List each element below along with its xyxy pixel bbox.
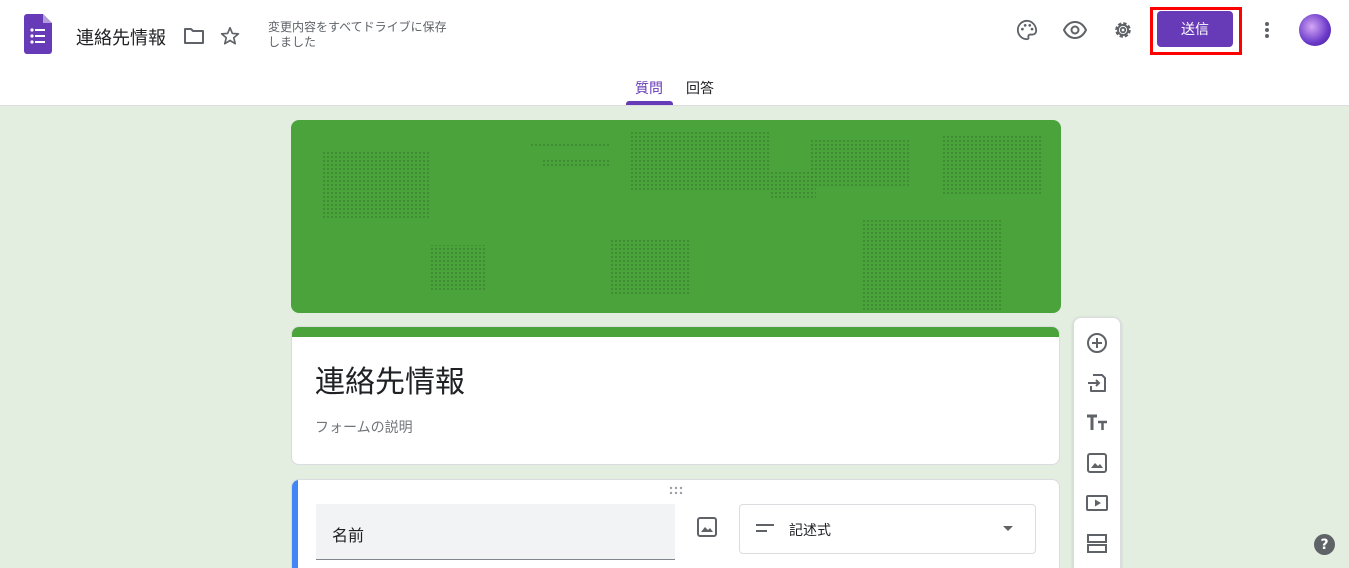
settings-gear-icon[interactable]: [1111, 18, 1135, 42]
form-title-card[interactable]: 連絡先情報 フォームの説明: [291, 326, 1060, 465]
import-questions-icon[interactable]: [1086, 372, 1108, 394]
add-title-icon[interactable]: [1086, 412, 1108, 434]
account-avatar[interactable]: [1299, 14, 1331, 46]
question-card[interactable]: 名前 記述式: [291, 479, 1060, 568]
add-section-icon[interactable]: [1086, 532, 1108, 554]
folder-icon[interactable]: [182, 24, 206, 48]
star-icon[interactable]: [218, 24, 242, 48]
palette-icon[interactable]: [1015, 18, 1039, 42]
question-focus-indicator: [292, 480, 298, 568]
preview-eye-icon[interactable]: [1063, 18, 1087, 42]
send-button[interactable]: 送信: [1157, 11, 1233, 47]
title-card-accent: [292, 327, 1059, 337]
chevron-down-icon: [1003, 526, 1013, 531]
question-title-input[interactable]: 名前: [316, 504, 675, 560]
question-type-label: 記述式: [789, 523, 831, 539]
form-title[interactable]: 連絡先情報: [315, 357, 465, 401]
drag-handle-icon[interactable]: [668, 486, 684, 496]
more-vert-icon[interactable]: [1255, 18, 1279, 42]
add-question-icon[interactable]: [1086, 332, 1108, 354]
tab-questions[interactable]: 質問: [635, 78, 663, 98]
save-status: 変更内容をすべてドライブに保存しました: [268, 20, 447, 49]
side-toolbar: [1073, 317, 1121, 568]
forms-logo-icon[interactable]: [24, 14, 52, 54]
add-image-icon[interactable]: [696, 516, 718, 538]
short-answer-icon: [756, 524, 774, 532]
help-icon[interactable]: ?: [1314, 534, 1335, 555]
add-image-icon[interactable]: [1086, 452, 1108, 474]
tab-responses[interactable]: 回答: [686, 78, 714, 98]
app-header: 連絡先情報 変更内容をすべてドライブに保存しました 送信 質問 回答: [0, 0, 1349, 106]
question-type-dropdown[interactable]: 記述式: [739, 504, 1036, 554]
form-description-field[interactable]: フォームの説明: [315, 417, 413, 437]
active-tab-indicator: [626, 101, 673, 105]
document-title[interactable]: 連絡先情報: [76, 24, 166, 50]
add-video-icon[interactable]: [1086, 492, 1108, 514]
header-banner-image: [291, 120, 1061, 313]
